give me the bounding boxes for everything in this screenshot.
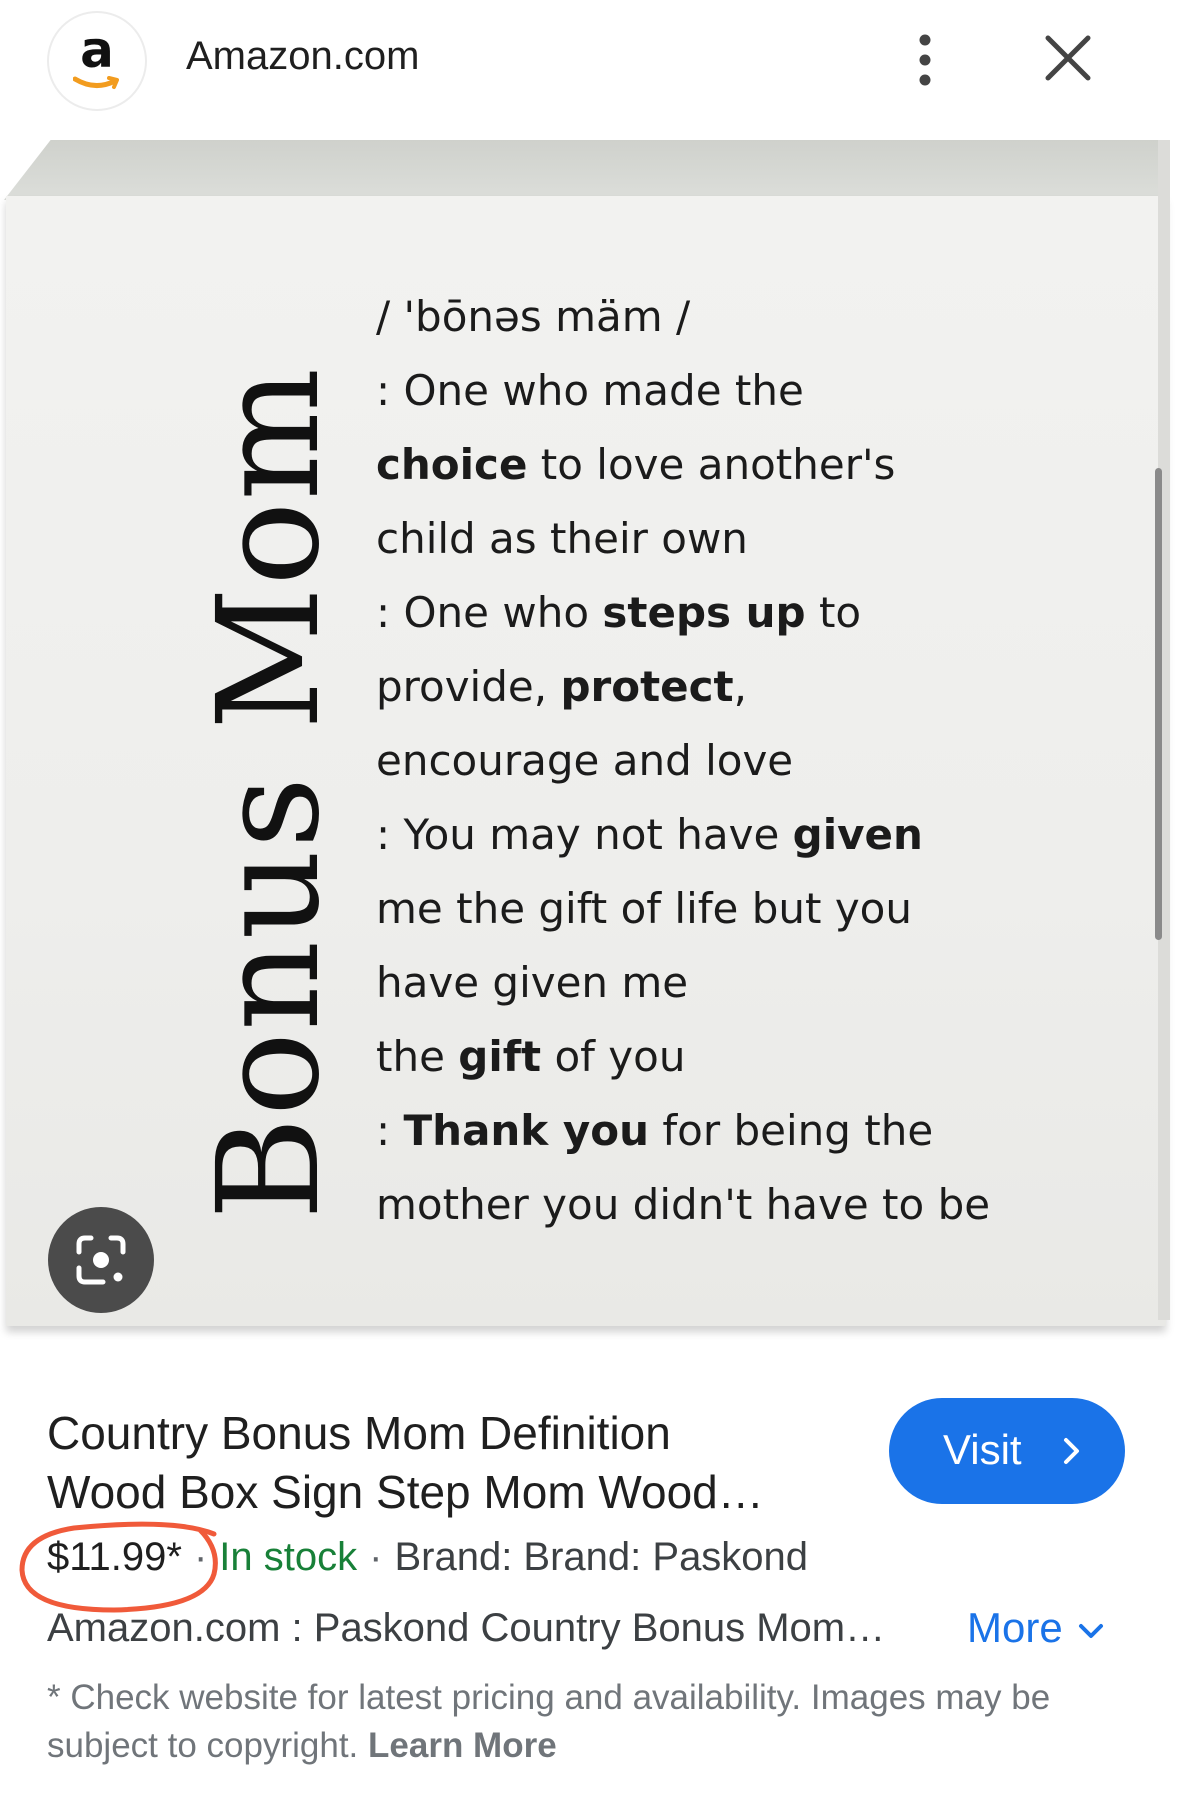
close-icon[interactable]	[1040, 30, 1096, 86]
definition-text: : One who made the	[376, 366, 804, 415]
definition-text: :	[376, 1106, 404, 1155]
definition-text: me the gift of life but you	[376, 884, 912, 933]
definition-line: have given me	[376, 946, 1026, 1020]
google-lens-button[interactable]	[48, 1207, 154, 1313]
definition-line: : One who made the	[376, 354, 1026, 428]
more-button[interactable]: More	[967, 1604, 1105, 1652]
sign-vertical-title: Bonus Mom	[188, 366, 351, 1220]
definition-bold-text: protect	[560, 662, 734, 711]
definition-text: for being the	[649, 1106, 934, 1155]
amazon-logo: a	[47, 11, 147, 111]
source-description[interactable]: Amazon.com : Paskond Country Bonus Mom…	[47, 1606, 947, 1651]
google-lens-icon	[76, 1235, 126, 1285]
product-image[interactable]: Bonus Mom / 'bōnəs mäm / : One who made t…	[0, 130, 1179, 1340]
learn-more-link[interactable]: Learn More	[368, 1726, 557, 1765]
definition-text: to love another's	[527, 440, 896, 489]
definition-text: ,	[733, 662, 747, 711]
meta-separator: ·	[369, 1535, 383, 1579]
definition-text: provide,	[376, 662, 561, 711]
price-label: $11.99*	[47, 1535, 182, 1579]
chevron-down-icon	[1078, 1623, 1103, 1638]
definition-text: mother you didn't have to be	[376, 1180, 991, 1229]
amazon-logo-letter: a	[80, 21, 114, 79]
definition-bold-text: Thank you	[403, 1106, 649, 1155]
image-scrollbar[interactable]	[1155, 468, 1162, 940]
header-bar: a Amazon.com	[0, 0, 1179, 120]
more-button-label: More	[967, 1604, 1063, 1651]
definition-text: the	[376, 1032, 459, 1081]
definition-line: : You may not have given	[376, 798, 1026, 872]
more-vertical-icon[interactable]	[905, 30, 945, 90]
definition-line: / 'bōnəs mäm /	[376, 280, 1026, 354]
definition-line: me the gift of life but you	[376, 872, 1026, 946]
definition-bold-text: given	[792, 810, 923, 859]
definition-line: choice to love another's	[376, 428, 1026, 502]
product-title[interactable]: Country Bonus Mom Definition Wood Box Si…	[47, 1404, 847, 1522]
definition-text: / 'bōnəs mäm /	[376, 292, 691, 341]
definition-line: : One who steps up to	[376, 576, 1026, 650]
product-title-line-2: Wood Box Sign Step Mom Wood…	[47, 1466, 764, 1518]
definition-line: mother you didn't have to be	[376, 1168, 1026, 1242]
definition-text: have given me	[376, 958, 689, 1007]
brand-label: Brand: Brand: Paskond	[394, 1535, 809, 1579]
definition-text: to	[805, 588, 862, 637]
definition-bold-text: choice	[376, 440, 528, 489]
meta-separator: ·	[193, 1535, 208, 1579]
definition-bold-text: steps up	[602, 588, 806, 637]
visit-button[interactable]: Visit	[889, 1398, 1125, 1504]
definition-text: encourage and love	[376, 736, 794, 785]
definition-text: : One who	[376, 588, 603, 637]
site-name: Amazon.com	[186, 34, 420, 78]
box-top-edge	[4, 140, 1169, 200]
visit-button-label: Visit	[943, 1426, 1022, 1473]
definition-text: child as their own	[376, 514, 748, 563]
stock-status: In stock	[219, 1535, 358, 1579]
definition-text: : You may not have	[376, 810, 793, 859]
definition-text: of you	[541, 1032, 686, 1081]
definition-bold-text: gift	[458, 1032, 542, 1081]
definition-line: child as their own	[376, 502, 1026, 576]
sign-definition-text: / 'bōnəs mäm / : One who made the choice t…	[376, 280, 1026, 1242]
definition-line: encourage and love	[376, 724, 1026, 798]
chevron-right-icon	[1064, 1438, 1079, 1464]
definition-line: the gift of you	[376, 1020, 1026, 1094]
product-title-line-1: Country Bonus Mom Definition	[47, 1407, 671, 1459]
amazon-smile-icon	[73, 76, 119, 89]
definition-line: : Thank you for being the	[376, 1094, 1026, 1168]
definition-line: provide, protect,	[376, 650, 1026, 724]
product-meta-row: $11.99* · In stock · Brand: Brand: Paskond	[47, 1535, 808, 1580]
disclaimer-text: * Check website for latest pricing and a…	[47, 1674, 1117, 1770]
